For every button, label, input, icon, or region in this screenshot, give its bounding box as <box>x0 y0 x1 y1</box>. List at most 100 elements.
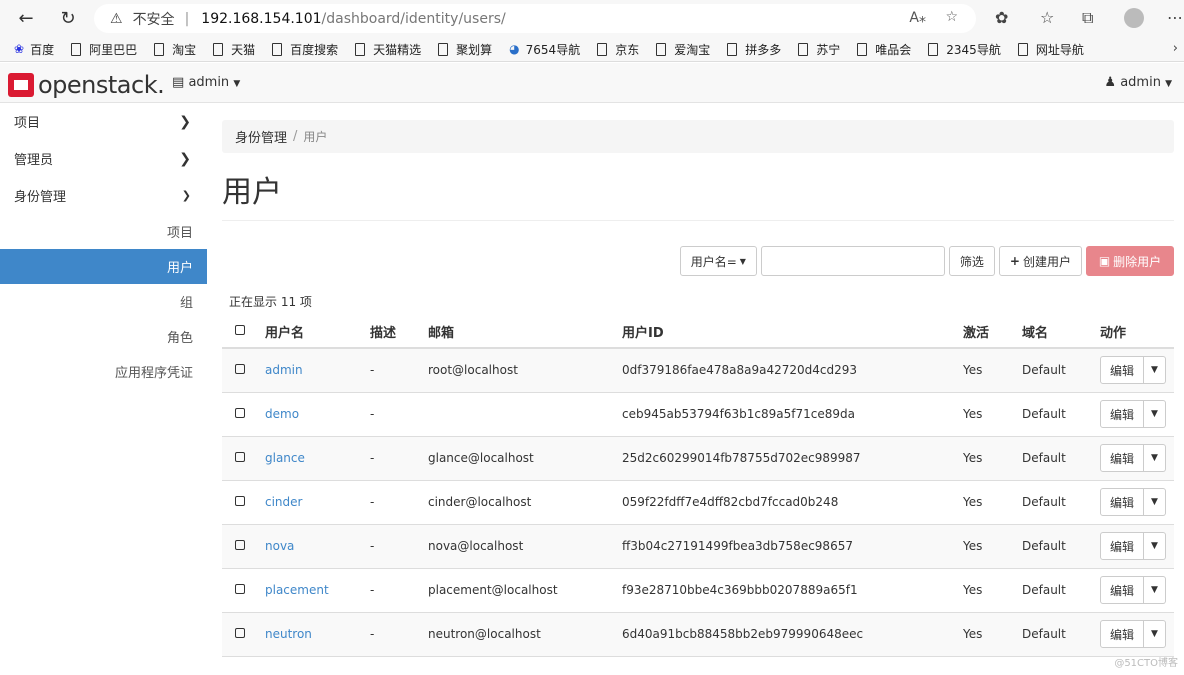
page-icon <box>597 42 608 56</box>
page-icon <box>71 42 82 56</box>
page-icon <box>928 42 939 56</box>
address-bar[interactable]: ⚠ 不安全 | 192.168.154.101/dashboard/identi… <box>94 4 976 33</box>
actions-caret-icon[interactable]: ▼ <box>1144 532 1166 560</box>
row-checkbox[interactable] <box>235 628 245 638</box>
sidebar-item-project[interactable]: 项目 ❯ <box>0 103 207 140</box>
email-cell: nova@localhost <box>428 524 622 569</box>
favorite-add-icon[interactable]: ☆ <box>945 9 958 25</box>
bookmark-baidu[interactable]: ❀ 百度 <box>14 41 54 58</box>
item-count: 正在显示 11 项 <box>229 295 312 309</box>
sidebar-item-label: 身份管理 <box>14 190 67 205</box>
actions-caret-icon[interactable]: ▼ <box>1144 400 1166 428</box>
chevron-right-icon[interactable]: › <box>1173 41 1178 56</box>
col-username[interactable]: 用户名 <box>265 315 370 349</box>
domain-cell: Default <box>1022 348 1100 393</box>
collections-icon[interactable]: ⧉ <box>1082 8 1093 28</box>
row-checkbox[interactable] <box>235 584 245 594</box>
profile-avatar[interactable] <box>1124 8 1144 28</box>
openstack-logo[interactable]: openstack. <box>8 71 165 99</box>
filter-button[interactable]: 筛选 <box>948 246 995 276</box>
filter-input[interactable] <box>760 246 945 276</box>
username-link[interactable]: demo <box>265 407 299 421</box>
username-link[interactable]: glance <box>265 451 305 465</box>
bookmark-taobao[interactable]: 淘宝 <box>154 41 196 58</box>
delete-users-button[interactable]: ▣ 删除用户 <box>1086 246 1174 276</box>
description-cell: - <box>370 568 428 613</box>
row-checkbox[interactable] <box>235 452 245 462</box>
sidebar-subitem-groups[interactable]: 组 <box>0 284 207 319</box>
bookmark-baidu-search[interactable]: 百度搜索 <box>272 41 338 58</box>
delete-users-label: 删除用户 <box>1113 254 1162 269</box>
filter-field-label: 用户名= <box>690 254 737 269</box>
bookmark-juhuasuan[interactable]: 聚划算 <box>438 41 492 58</box>
actions-caret-icon[interactable]: ▼ <box>1144 444 1166 472</box>
project-icon: ▤ <box>172 75 185 90</box>
edit-button[interactable]: 编辑 <box>1100 356 1144 385</box>
filter-field-select[interactable]: 用户名= ▼ <box>679 246 757 276</box>
user-id-cell: 059f22fdff7e4dff82cbd7fccad0b248 <box>622 480 963 525</box>
breadcrumb-parent[interactable]: 身份管理 <box>235 127 287 146</box>
col-enabled[interactable]: 激活 <box>963 315 1022 349</box>
edit-button[interactable]: 编辑 <box>1100 532 1144 560</box>
warning-icon: ⚠ <box>110 10 123 27</box>
actions-caret-icon[interactable]: ▼ <box>1144 620 1166 648</box>
bookmark-7654[interactable]: ◕ 7654导航 <box>509 41 580 58</box>
user-dropdown[interactable]: ♟ admin ▼ <box>1104 75 1172 90</box>
select-all-checkbox[interactable] <box>235 324 245 335</box>
row-actions: 编辑 ▼ <box>1100 532 1166 560</box>
edit-button[interactable]: 编辑 <box>1100 576 1144 604</box>
bookmark-tmall-select[interactable]: 天猫精选 <box>355 41 421 58</box>
bookmark-jd[interactable]: 京东 <box>597 41 639 58</box>
insecure-label: 不安全 <box>132 11 175 28</box>
reload-icon[interactable]: ↻ <box>57 7 79 29</box>
bookmarks-bar: ❀ 百度 阿里巴巴 淘宝 天猫 百度搜索 天猫精选 聚划算 ◕ 7654导航 京东 … <box>0 37 1184 62</box>
bookmark-pinduoduo[interactable]: 拼多多 <box>727 41 781 58</box>
col-user-id[interactable]: 用户ID <box>622 315 963 349</box>
bookmark-alibaba[interactable]: 阿里巴巴 <box>71 41 137 58</box>
col-email[interactable]: 邮箱 <box>428 315 622 349</box>
username-link[interactable]: placement <box>265 583 329 597</box>
actions-caret-icon[interactable]: ▼ <box>1144 488 1166 516</box>
row-checkbox[interactable] <box>235 496 245 506</box>
col-actions: 动作 <box>1100 315 1174 349</box>
col-description[interactable]: 描述 <box>370 315 428 349</box>
create-user-button[interactable]: + 创建用户 <box>998 246 1082 276</box>
bookmark-2345[interactable]: 2345导航 <box>928 41 1001 58</box>
sidebar-item-admin[interactable]: 管理员 ❯ <box>0 140 207 177</box>
sidebar-subitem-app-credentials[interactable]: 应用程序凭证 <box>0 354 207 389</box>
users-table: 用户名 描述 邮箱 用户ID 激活 域名 动作 admin - root@loc… <box>222 315 1174 657</box>
username-link[interactable]: admin <box>265 363 303 377</box>
extensions-icon[interactable]: ✿ <box>995 8 1008 27</box>
read-aloud-icon[interactable]: A⁎ <box>909 10 926 26</box>
row-checkbox[interactable] <box>235 540 245 550</box>
bookmark-tmall[interactable]: 天猫 <box>213 41 255 58</box>
user-id-cell: ff3b04c27191499fbea3db758ec98657 <box>622 524 963 569</box>
row-checkbox[interactable] <box>235 408 245 418</box>
sidebar-subitem-users[interactable]: 用户 <box>0 249 207 284</box>
bookmark-url-nav[interactable]: 网址导航 <box>1017 41 1084 58</box>
sidebar-subitem-projects[interactable]: 项目 <box>0 214 207 249</box>
username-link[interactable]: nova <box>265 539 294 553</box>
edit-button[interactable]: 编辑 <box>1100 620 1144 648</box>
back-icon[interactable]: ← <box>15 7 37 29</box>
more-icon[interactable]: ⋯ <box>1167 8 1183 27</box>
bookmark-aitaobao[interactable]: 爱淘宝 <box>656 41 710 58</box>
edit-button[interactable]: 编辑 <box>1100 444 1144 472</box>
project-dropdown[interactable]: ▤ admin ▼ <box>172 75 240 90</box>
bookmark-suning[interactable]: 苏宁 <box>798 41 840 58</box>
row-checkbox[interactable] <box>235 364 245 375</box>
edit-button[interactable]: 编辑 <box>1100 488 1144 516</box>
username-link[interactable]: neutron <box>265 627 312 641</box>
sidebar-item-identity[interactable]: 身份管理 ❯ <box>0 177 207 214</box>
favorites-icon[interactable]: ☆ <box>1040 8 1054 27</box>
actions-caret-icon[interactable]: ▼ <box>1144 576 1166 604</box>
row-actions: 编辑 ▼ <box>1100 488 1166 516</box>
actions-caret-icon[interactable]: ▼ <box>1144 356 1166 385</box>
username-link[interactable]: cinder <box>265 495 302 509</box>
col-domain[interactable]: 域名 <box>1022 315 1100 349</box>
edit-button[interactable]: 编辑 <box>1100 400 1144 428</box>
sidebar-subitem-roles[interactable]: 角色 <box>0 319 207 354</box>
email-cell <box>428 392 622 437</box>
bookmark-vip[interactable]: 唯品会 <box>857 41 911 58</box>
watermark: @51CTO博客 <box>1114 658 1178 669</box>
